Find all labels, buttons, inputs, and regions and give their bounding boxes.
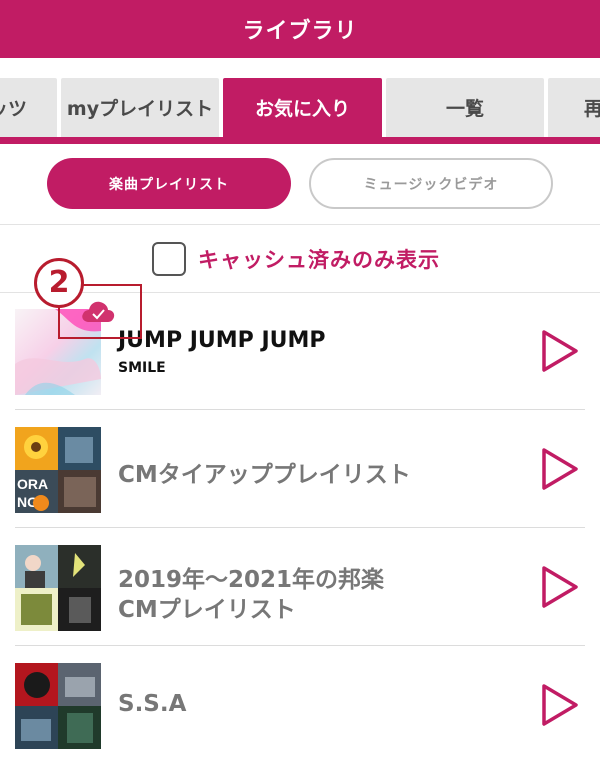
playlist-artwork: ORA NGE (15, 427, 101, 513)
divider (0, 224, 600, 225)
item-title-line2: CMプレイリスト (118, 597, 296, 623)
tab-my-playlist[interactable]: myプレイリスト (61, 78, 219, 137)
tab-history[interactable]: 再 (548, 78, 600, 137)
segment-song-playlist[interactable]: 楽曲プレイリスト (47, 158, 291, 209)
list-item[interactable]: S.S.A (0, 646, 600, 764)
play-icon[interactable] (540, 565, 580, 609)
tab-contents[interactable]: ッツ (0, 78, 57, 137)
item-title-line1: 2019年〜2021年の邦楽 (118, 567, 385, 593)
cache-only-checkbox[interactable] (152, 242, 186, 276)
app-header: ライブラリ (0, 0, 600, 58)
playlist-artwork (15, 663, 101, 749)
playlist-artwork (15, 545, 101, 631)
play-icon[interactable] (540, 329, 580, 373)
tab-favorites[interactable]: お気に入り (223, 78, 382, 137)
cache-filter[interactable]: キャッシュ済みのみ表示 (152, 240, 440, 278)
play-icon[interactable] (540, 683, 580, 727)
play-icon[interactable] (540, 447, 580, 491)
cache-filter-label: キャッシュ済みのみ表示 (198, 248, 440, 272)
list-item[interactable]: 2019年〜2021年の邦楽 CMプレイリスト (0, 528, 600, 646)
list-item[interactable]: ORA NGE CMタイアッププレイリスト (0, 410, 600, 528)
tab-underline (0, 137, 600, 144)
item-title: CMタイアッププレイリスト (118, 462, 411, 488)
annotation-step-badge: 2 (34, 258, 84, 308)
page-title: ライブラリ (242, 19, 358, 44)
item-subtitle: SMILE (118, 360, 166, 376)
item-title: JUMP JUMP JUMP (118, 328, 326, 353)
segment-music-video[interactable]: ミュージックビデオ (309, 158, 553, 209)
svg-text:ORA: ORA (17, 476, 48, 492)
tab-list[interactable]: 一覧 (386, 78, 544, 137)
tab-bar: ッツ myプレイリスト お気に入り 一覧 再 (0, 58, 600, 144)
item-title: S.S.A (118, 691, 187, 717)
